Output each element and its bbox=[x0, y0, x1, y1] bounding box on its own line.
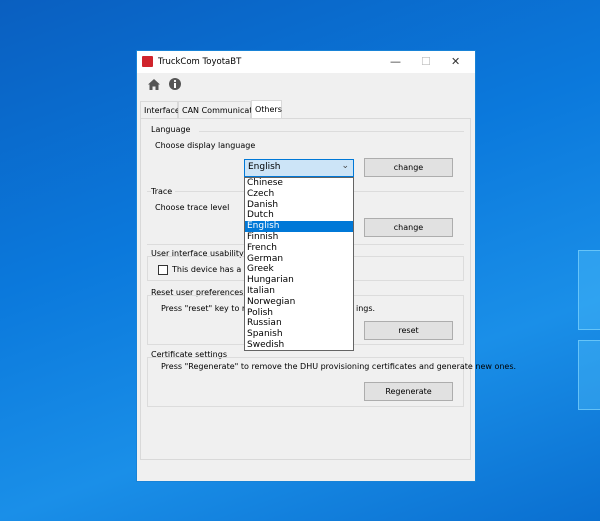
divider bbox=[199, 131, 464, 132]
language-option[interactable]: Spanish bbox=[245, 329, 353, 340]
language-option[interactable]: French bbox=[245, 243, 353, 254]
language-option[interactable]: Norwegian bbox=[245, 297, 353, 308]
language-option[interactable]: Russian bbox=[245, 318, 353, 329]
language-option[interactable]: Polish bbox=[245, 308, 353, 319]
language-option[interactable]: Czech bbox=[245, 189, 353, 200]
reset-description-end: ings. bbox=[356, 304, 376, 313]
desktop-logo-pane bbox=[578, 250, 600, 330]
toolbar bbox=[137, 73, 475, 97]
app-icon bbox=[142, 56, 153, 67]
language-selected: English bbox=[248, 162, 281, 172]
info-icon[interactable] bbox=[169, 78, 181, 90]
desktop-logo-pane bbox=[578, 340, 600, 410]
language-change-button[interactable]: change bbox=[364, 158, 453, 177]
home-icon[interactable] bbox=[148, 79, 160, 90]
tab-can-communication[interactable]: CAN Communication bbox=[178, 101, 265, 118]
tab-interface[interactable]: Interface bbox=[140, 101, 180, 118]
language-option[interactable]: Swedish bbox=[245, 340, 353, 351]
tab-others[interactable]: Others bbox=[251, 100, 282, 118]
reset-button[interactable]: reset bbox=[364, 321, 453, 340]
minimize-button[interactable]: — bbox=[390, 55, 401, 68]
others-panel: Language Choose display language English… bbox=[140, 118, 516, 460]
trace-group-title: Trace bbox=[151, 187, 176, 196]
language-select[interactable]: English ⌄ bbox=[244, 159, 354, 177]
trace-change-button[interactable]: change bbox=[364, 218, 453, 237]
language-option[interactable]: Hungarian bbox=[245, 275, 353, 286]
language-prompt: Choose display language bbox=[155, 141, 256, 150]
language-dropdown-list[interactable]: Chinese Czech Danish Dutch English Finnish Fre… bbox=[244, 177, 354, 351]
trace-prompt: Choose trace level bbox=[155, 203, 230, 212]
language-option[interactable]: German bbox=[245, 254, 353, 265]
language-option[interactable]: Dutch bbox=[245, 210, 353, 221]
language-option[interactable]: English bbox=[245, 221, 353, 232]
language-group-title: Language bbox=[151, 125, 191, 134]
language-option[interactable]: Finnish bbox=[245, 232, 353, 243]
language-option[interactable]: Danish bbox=[245, 200, 353, 211]
touch-device-checkbox[interactable] bbox=[158, 265, 168, 275]
language-option[interactable]: Greek bbox=[245, 264, 353, 275]
app-window: TruckCom ToyotaBT — ☐ ✕ Interface CAN Co… bbox=[136, 50, 516, 482]
close-button[interactable]: ✕ bbox=[451, 55, 460, 68]
language-option[interactable]: Chinese bbox=[245, 178, 353, 189]
window-title: TruckCom ToyotaBT bbox=[158, 57, 242, 67]
maximize-button[interactable]: ☐ bbox=[421, 55, 431, 68]
certificate-description: Press "Regenerate" to remove the DHU pro… bbox=[161, 362, 517, 371]
title-bar[interactable]: TruckCom ToyotaBT — ☐ ✕ bbox=[137, 51, 475, 73]
language-option[interactable]: Italian bbox=[245, 286, 353, 297]
chevron-down-icon: ⌄ bbox=[341, 161, 349, 171]
regenerate-button[interactable]: Regenerate bbox=[364, 382, 453, 401]
